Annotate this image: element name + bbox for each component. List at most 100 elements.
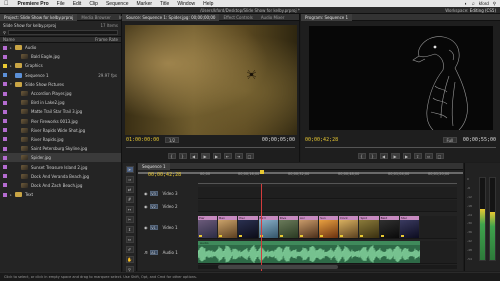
timeline-ruler[interactable]: 00;00 00;00;16;00 00;00;32;00 00;00;48;0… [198, 172, 457, 184]
disclosure-triangle-icon[interactable]: ▸ [10, 46, 14, 50]
menu-marker[interactable]: Marker [132, 1, 156, 7]
source-video-frame[interactable] [125, 25, 297, 135]
play-icon[interactable]: ▶ [390, 152, 400, 159]
label-color-swatch[interactable] [3, 45, 7, 50]
track-header-v2[interactable]: ◉ V2 Video 2 [140, 200, 196, 212]
menu-clip[interactable]: Clip [85, 1, 102, 7]
source-time-ruler[interactable] [126, 144, 295, 148]
source-timecode-in[interactable]: 01:00:00:00 [126, 137, 159, 143]
eye-icon[interactable]: ◉ [144, 204, 148, 209]
playhead-line[interactable] [261, 184, 262, 271]
tab-sequence-1[interactable]: Sequence 1 [138, 162, 170, 170]
extract-icon[interactable]: ⇨ [424, 152, 433, 159]
label-color-swatch[interactable] [3, 73, 7, 78]
slip-tool-icon[interactable]: ⇕ [125, 226, 134, 233]
tab-source[interactable]: Source: Sequence 1: Spider.jpg: 00;00;00… [122, 13, 220, 21]
lift-icon[interactable]: ⇧ [413, 152, 422, 159]
wifi-icon[interactable]: ◐ [465, 1, 468, 7]
project-bin[interactable]: ▸ Audio [0, 43, 121, 52]
step-back-icon[interactable]: ◀ [379, 152, 388, 159]
menu-title[interactable]: Title [156, 1, 173, 7]
program-timecode-in[interactable]: 00;00;42;28 [305, 137, 338, 143]
ripple-edit-tool-icon[interactable]: ⇄ [125, 186, 134, 193]
project-item[interactable]: River Rapids.jpg [0, 135, 121, 144]
label-color-swatch[interactable] [3, 109, 7, 114]
apple-icon[interactable]:  [0, 1, 14, 7]
slide-tool-icon[interactable]: ⇔ [125, 236, 134, 243]
track-target-v2[interactable]: V2 [149, 203, 158, 209]
disclosure-triangle-icon[interactable]: ▾ [10, 82, 14, 86]
tab-program[interactable]: Program: Sequence 1 [301, 13, 353, 21]
menu-app-name[interactable]: Premiere Pro [14, 1, 53, 7]
label-color-swatch[interactable] [3, 165, 7, 170]
eye-icon[interactable]: ◉ [144, 225, 148, 230]
track-target-v1[interactable]: V1 [149, 224, 158, 230]
label-color-swatch[interactable] [3, 183, 7, 188]
label-color-swatch[interactable] [3, 54, 7, 59]
project-item[interactable]: River Rapids Wide Shot.jpg [0, 126, 121, 135]
project-item[interactable]: Matte Trail Star Trail 3.jpg [0, 107, 121, 116]
program-video-frame[interactable] [309, 26, 493, 130]
column-name[interactable]: Name [3, 37, 15, 42]
project-item[interactable]: Saint Petersburg Skyline.jpg [0, 144, 121, 153]
track-header-a1[interactable]: ♬ A1 Audio 1 [140, 241, 196, 263]
hand-tool-icon[interactable]: ✋ [125, 256, 134, 263]
label-color-swatch[interactable] [3, 137, 7, 142]
overwrite-icon[interactable]: ⇥ [234, 152, 243, 159]
step-back-icon[interactable]: ◀ [189, 152, 198, 159]
workspace-selector[interactable]: Workspace: Editing (CS5) [445, 7, 496, 14]
label-color-swatch[interactable] [3, 192, 7, 197]
video-clip[interactable]: Rive [278, 216, 299, 238]
video-clip[interactable]: Pier [198, 216, 219, 238]
label-color-swatch[interactable] [3, 91, 7, 96]
label-color-swatch[interactable] [3, 82, 7, 87]
label-color-swatch[interactable] [3, 100, 7, 105]
volume-icon[interactable]: ♫ [471, 1, 474, 7]
rolling-edit-tool-icon[interactable]: # [125, 196, 134, 203]
mark-in-icon[interactable]: { [357, 152, 366, 159]
project-item[interactable]: Accordion Player.jpg [0, 89, 121, 98]
step-forward-icon[interactable]: ▶ [402, 152, 411, 159]
track-header-v1[interactable]: ◉ V1 Video 1 [140, 216, 196, 238]
video-clip[interactable]: Ban [218, 216, 239, 238]
timeline-scrollbar[interactable] [198, 265, 457, 269]
video-clip[interactable]: Spid [359, 216, 380, 238]
video-clip[interactable]: Acc [298, 216, 320, 238]
project-bin[interactable]: ▸ Text [0, 190, 121, 199]
tab-effect-controls[interactable]: Effect Controls [219, 14, 256, 21]
project-bin[interactable]: ▸ Graphics [0, 61, 121, 70]
label-color-swatch[interactable] [3, 174, 7, 179]
label-color-swatch[interactable] [3, 63, 7, 68]
search-input[interactable] [7, 30, 118, 35]
step-forward-icon[interactable]: ▶ [212, 152, 221, 159]
spotlight-icon[interactable]: ⚲ [493, 1, 496, 7]
disclosure-triangle-icon[interactable]: ▸ [10, 64, 14, 68]
pen-tool-icon[interactable]: ✐ [125, 246, 134, 253]
scrollbar-thumb[interactable] [218, 265, 338, 269]
project-item[interactable]: Sunset Treasure Island 2.jpg [0, 162, 121, 171]
label-color-swatch[interactable] [3, 128, 7, 133]
video-clip[interactable]: Pier [238, 216, 259, 238]
tab-audio-mixer[interactable]: Audio Mixer [257, 14, 289, 21]
timeline-timecode[interactable]: 00;00;42;28 [148, 172, 181, 178]
label-color-swatch[interactable] [3, 155, 7, 160]
selection-tool-icon[interactable]: ➤ [125, 166, 134, 173]
user-name[interactable]: kford [479, 1, 489, 7]
mark-in-icon[interactable]: { [167, 152, 176, 159]
track-v1[interactable]: Pier Ban Pier Bird Rive Acc Sun Dock Spid Bald Sta… [198, 216, 457, 239]
workspace-value[interactable]: Editing (CS5) [470, 8, 496, 13]
export-frame-icon[interactable]: □ [435, 152, 444, 159]
label-color-swatch[interactable] [3, 146, 7, 151]
track-target-v3[interactable]: V3 [149, 190, 158, 196]
track-header-v3[interactable]: ◉ V3 Video 3 [140, 187, 196, 199]
program-time-ruler[interactable] [305, 144, 496, 148]
rate-stretch-tool-icon[interactable]: ↔ [125, 206, 134, 213]
project-bin[interactable]: ▾ Slide Show Pictures [0, 80, 121, 89]
tab-project[interactable]: Project: Slide Show for kelby.prproj [0, 13, 78, 21]
mark-out-icon[interactable]: } [368, 152, 377, 159]
speaker-icon[interactable]: ♬ [144, 250, 148, 255]
disclosure-triangle-icon[interactable]: ▸ [10, 193, 14, 197]
eye-icon[interactable]: ◉ [144, 191, 148, 196]
program-zoom-select[interactable]: Full [442, 137, 457, 143]
video-clip[interactable]: Sun [319, 216, 340, 238]
